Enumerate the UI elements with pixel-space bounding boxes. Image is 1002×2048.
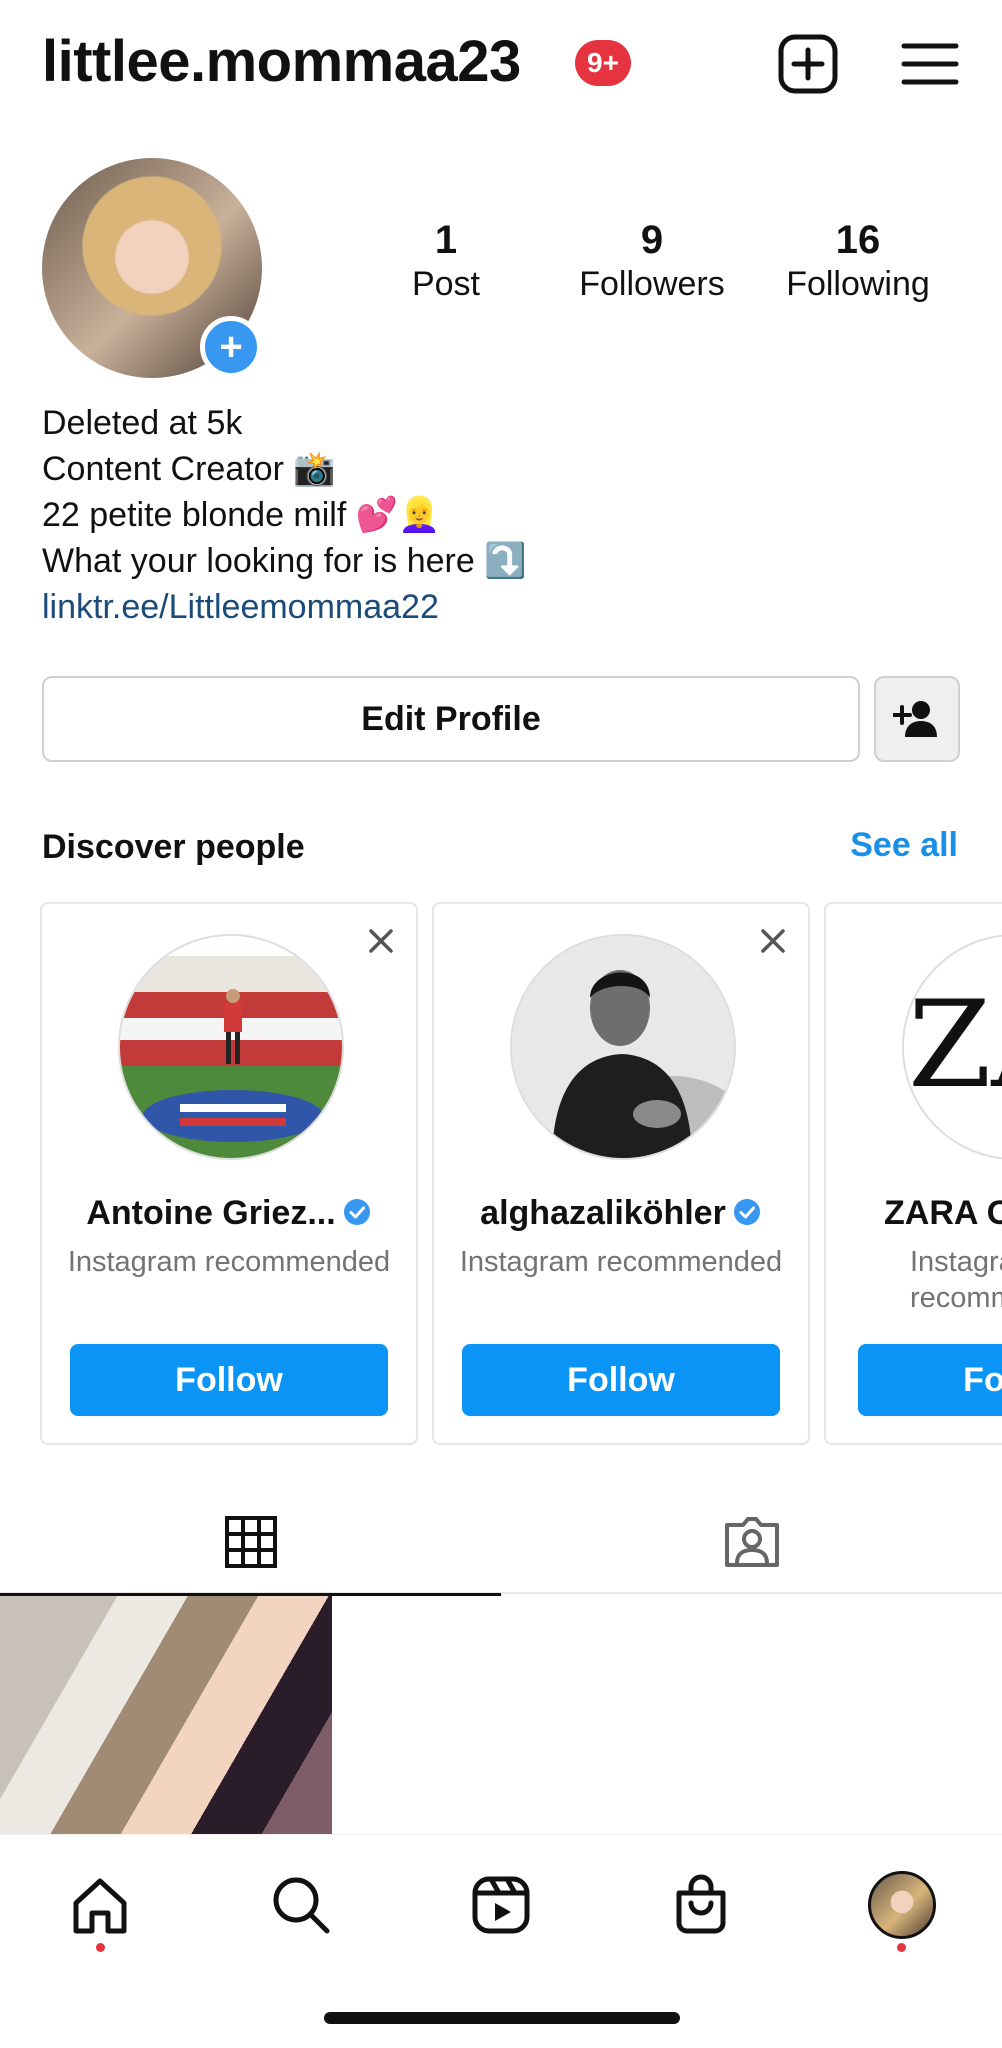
suggestion-name[interactable]: ZARA O xyxy=(884,1194,1002,1233)
new-post-icon xyxy=(778,34,838,94)
edit-profile-button[interactable]: Edit Profile xyxy=(42,676,860,762)
close-icon xyxy=(369,929,393,953)
portrait-photo xyxy=(512,936,734,1158)
stadium-photo xyxy=(120,936,342,1158)
nav-home[interactable] xyxy=(60,1865,140,1945)
stat-posts[interactable]: 1 Post xyxy=(346,218,546,306)
bio-line: Content Creator 📸 xyxy=(42,450,336,488)
suggestion-subtitle: Instagram recommended xyxy=(459,1246,783,1278)
bio-link[interactable]: linktr.ee/Littleemommaa22 xyxy=(42,584,962,630)
tagged-icon xyxy=(724,1517,779,1567)
discover-people-title: Discover people xyxy=(42,828,305,866)
menu-icon xyxy=(901,43,959,85)
brand-logo: ZA xyxy=(904,936,1002,1158)
content-tabs xyxy=(0,1490,1002,1596)
account-username[interactable]: littlee.mommaa23 xyxy=(42,28,521,95)
stat-following-label: Following xyxy=(786,265,930,303)
suggestion-avatar[interactable]: ZA xyxy=(902,934,1002,1160)
stat-followers-count: 9 xyxy=(640,218,664,262)
suggestion-subtitle: Instagram recommended xyxy=(67,1246,391,1278)
reels-icon xyxy=(472,1876,530,1934)
add-story-button[interactable]: + xyxy=(200,316,262,378)
follow-button[interactable]: Follow xyxy=(462,1344,780,1416)
nav-reels[interactable] xyxy=(461,1865,541,1945)
suggestion-name-text: alghazaliköhler xyxy=(480,1194,726,1232)
close-icon xyxy=(761,929,785,953)
suggestion-name[interactable]: alghazaliköhler xyxy=(434,1194,808,1233)
stat-following-count: 16 xyxy=(835,218,881,262)
profile-avatar-wrap[interactable]: + xyxy=(42,158,262,378)
suggestion-name[interactable]: Antoine Griez... xyxy=(42,1194,416,1233)
home-notification-dot xyxy=(96,1943,105,1952)
stat-following[interactable]: 16 Following xyxy=(758,218,958,306)
nav-profile[interactable] xyxy=(862,1865,942,1945)
home-indicator[interactable] xyxy=(324,2012,680,2024)
post-thumbnail[interactable] xyxy=(0,1596,332,1834)
add-person-icon xyxy=(893,701,937,737)
shop-icon xyxy=(676,1874,726,1934)
profile-notification-dot xyxy=(897,1943,906,1952)
tab-posts-grid[interactable] xyxy=(0,1490,501,1596)
suggestion-carousel[interactable]: Antoine Griez... Instagram recommended F… xyxy=(0,902,1002,1447)
dismiss-suggestion-button[interactable] xyxy=(364,924,398,958)
stat-followers[interactable]: 9 Followers xyxy=(552,218,752,306)
dismiss-suggestion-button[interactable] xyxy=(756,924,790,958)
stat-posts-count: 1 xyxy=(434,218,458,262)
search-icon xyxy=(273,1877,330,1934)
bio-line: Deleted at 5k xyxy=(42,404,243,442)
bio-line: What your looking for is here ⤵️ xyxy=(42,542,527,580)
suggestion-avatar[interactable] xyxy=(118,934,344,1160)
top-header: littlee.mommaa23 9+ xyxy=(0,0,1002,130)
menu-button[interactable] xyxy=(898,32,962,96)
tab-tagged[interactable] xyxy=(501,1490,1002,1594)
suggestion-subtitle: Instagram recommended xyxy=(910,1246,1002,1314)
nav-shop[interactable] xyxy=(661,1865,741,1945)
profile-page: littlee.mommaa23 9+ + 1 Post 9 Followers… xyxy=(0,0,1002,2048)
suggestion-avatar[interactable] xyxy=(510,934,736,1160)
nav-search[interactable] xyxy=(261,1865,341,1945)
discover-people-toggle-button[interactable] xyxy=(874,676,960,762)
svg-text:ZA: ZA xyxy=(908,976,1002,1115)
profile-avatar-icon xyxy=(868,1871,936,1939)
home-icon xyxy=(73,1878,127,1934)
suggestion-card[interactable]: Antoine Griez... Instagram recommended F… xyxy=(40,902,418,1445)
stat-followers-label: Followers xyxy=(579,265,725,303)
verified-badge-icon xyxy=(733,1199,760,1225)
suggestion-card[interactable]: alghazaliköhler Instagram recommended Fo… xyxy=(432,902,810,1445)
follow-button[interactable]: Follow xyxy=(70,1344,388,1416)
see-all-link[interactable]: See all xyxy=(850,826,958,865)
suggestion-card[interactable]: ZA ZARA O Instagram recommended Follow xyxy=(824,902,1002,1445)
stat-posts-label: Post xyxy=(411,265,481,303)
profile-bio: Deleted at 5k Content Creator 📸 22 petit… xyxy=(42,400,962,630)
new-post-button[interactable] xyxy=(776,32,840,96)
notification-badge[interactable]: 9+ xyxy=(575,40,631,86)
verified-badge-icon xyxy=(343,1199,370,1225)
suggestion-name-text: ZARA O xyxy=(884,1194,1002,1232)
suggestion-name-text: Antoine Griez... xyxy=(86,1194,336,1232)
bio-line: 22 petite blonde milf 💕👱‍♀️ xyxy=(42,496,441,534)
follow-button[interactable]: Follow xyxy=(858,1344,1002,1416)
grid-icon xyxy=(224,1516,277,1568)
